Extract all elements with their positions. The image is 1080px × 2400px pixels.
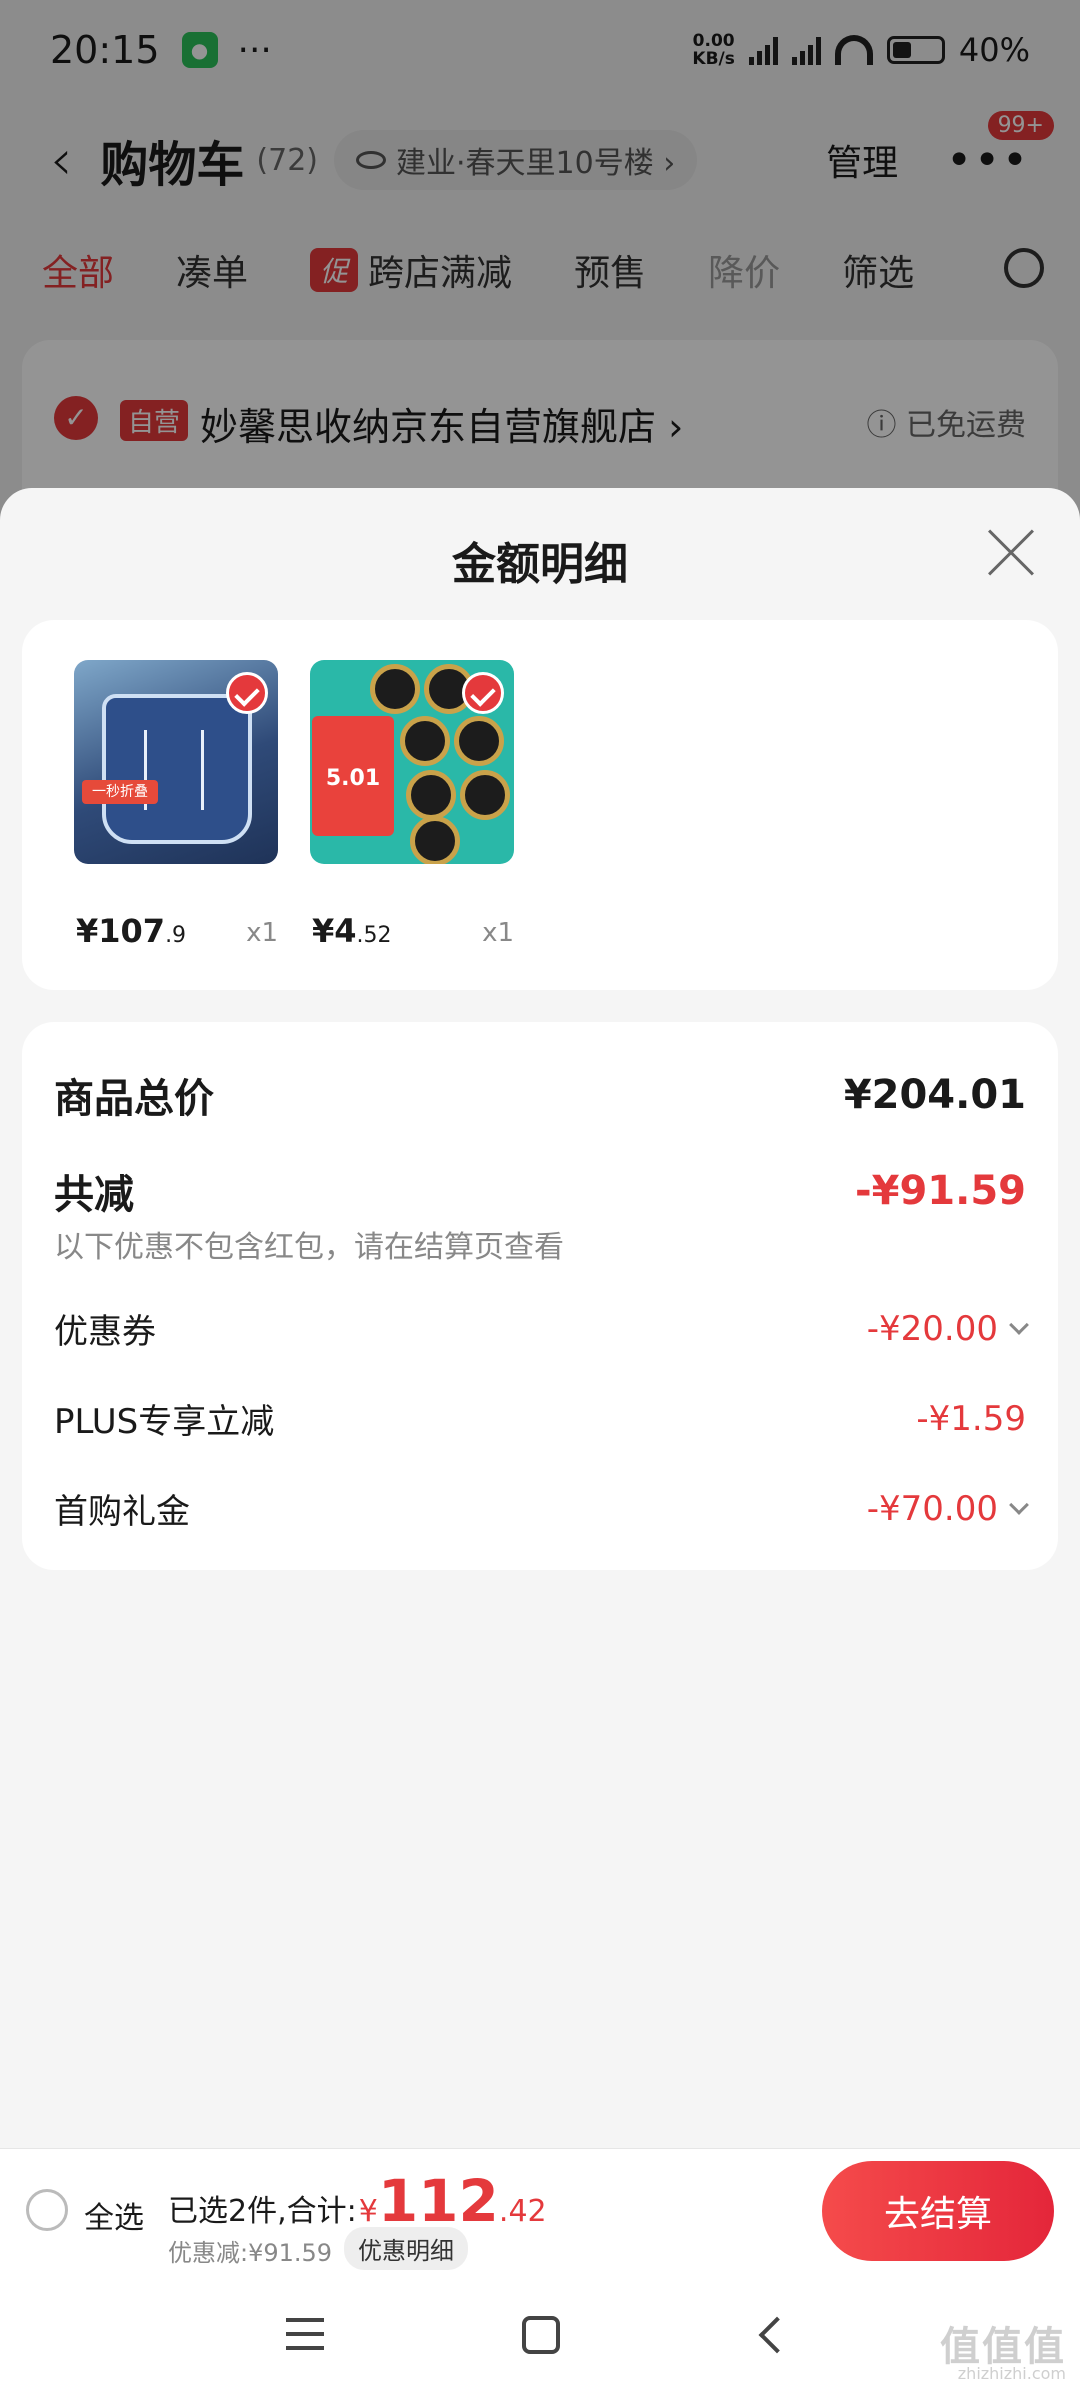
discount-text: 优惠减:¥91.59 — [168, 2239, 333, 2267]
first-purchase-row[interactable]: 首购礼金 -¥70.00 — [54, 1484, 1029, 1533]
product-image-bathtub: 一秒折叠 — [74, 660, 278, 864]
product-image-tag: 5.01 — [312, 716, 394, 836]
price-breakdown-card: 商品总价 ¥204.01 共减 -¥91.59 以下优惠不包含红包，请在结算页查… — [22, 1022, 1058, 1570]
discount-detail-button[interactable]: 优惠明细 — [344, 2227, 468, 2270]
system-navigation-bar: 值值值 zhizhizhi.com — [0, 2276, 1080, 2400]
checkout-button[interactable]: 去结算 — [822, 2161, 1054, 2261]
total-price-value: ¥204.01 — [843, 1072, 1026, 1118]
plus-discount-row: PLUS专享立减 -¥1.59 — [54, 1394, 1026, 1443]
overlay-scrim[interactable] — [0, 0, 1080, 520]
selected-products-card: 一秒折叠 ¥107.9 x1 5.01 ¥4.52 x1 — [22, 620, 1058, 990]
product-item[interactable]: 5.01 ¥4.52 x1 — [310, 660, 514, 950]
first-purchase-label: 首购礼金 — [54, 1492, 190, 1532]
product-price: ¥107.9 — [76, 912, 187, 950]
checkout-bar: 全选 已选2件,合计: ¥ 112 .42 优惠减:¥91.59 优惠明细 去结… — [0, 2148, 1080, 2276]
product-image-trash-bags: 5.01 — [310, 660, 514, 864]
reduction-note: 以下优惠不包含红包，请在结算页查看 — [54, 1230, 564, 1265]
plus-discount-label: PLUS专享立减 — [54, 1402, 275, 1442]
chevron-down-icon[interactable] — [1009, 1494, 1029, 1515]
product-quantity: x1 — [246, 918, 278, 948]
product-item[interactable]: 一秒折叠 ¥107.9 x1 — [74, 660, 278, 950]
total-reduction-label: 共减 — [54, 1172, 134, 1218]
amount-detail-sheet: 金额明细 一秒折叠 ¥107.9 x1 5.01 ¥4.52 x1 商品总价 ¥… — [0, 488, 1080, 2148]
total-summary: 已选2件,合计: ¥ 112 .42 — [168, 2167, 547, 2235]
first-purchase-value: -¥70.00 — [866, 1488, 998, 1529]
total-reduction-row: 共减 -¥91.59 — [54, 1162, 1026, 1220]
coupon-row[interactable]: 优惠券 -¥20.00 — [54, 1304, 1029, 1353]
coupon-value: -¥20.00 — [866, 1308, 998, 1349]
selected-count-text: 已选2件,合计: — [168, 2194, 357, 2229]
close-icon[interactable] — [986, 528, 1036, 578]
sheet-title: 金额明细 — [452, 539, 628, 590]
selected-check-icon — [226, 672, 268, 714]
total-reduction-value: -¥91.59 — [855, 1168, 1026, 1214]
total-currency: ¥ — [358, 2194, 378, 2229]
total-price-label: 商品总价 — [54, 1076, 214, 1122]
coupon-label: 优惠券 — [54, 1312, 156, 1352]
back-nav-icon[interactable] — [758, 2316, 796, 2354]
product-price: ¥4.52 — [312, 912, 392, 950]
total-decimal: .42 — [498, 2194, 547, 2229]
home-icon[interactable] — [522, 2316, 560, 2354]
chevron-down-icon[interactable] — [1009, 1314, 1029, 1335]
watermark-url: zhizhizhi.com — [957, 2364, 1066, 2383]
total-integer: 112 — [377, 2167, 499, 2235]
select-all-radio[interactable] — [26, 2189, 68, 2231]
selected-check-icon — [462, 672, 504, 714]
plus-discount-value: -¥1.59 — [916, 1398, 1026, 1439]
product-image-tag: 一秒折叠 — [82, 780, 158, 804]
select-all-label[interactable]: 全选 — [84, 2193, 144, 2237]
total-price-row: 商品总价 ¥204.01 — [54, 1066, 1026, 1124]
product-quantity: x1 — [482, 918, 514, 948]
menu-icon[interactable] — [286, 2318, 324, 2350]
